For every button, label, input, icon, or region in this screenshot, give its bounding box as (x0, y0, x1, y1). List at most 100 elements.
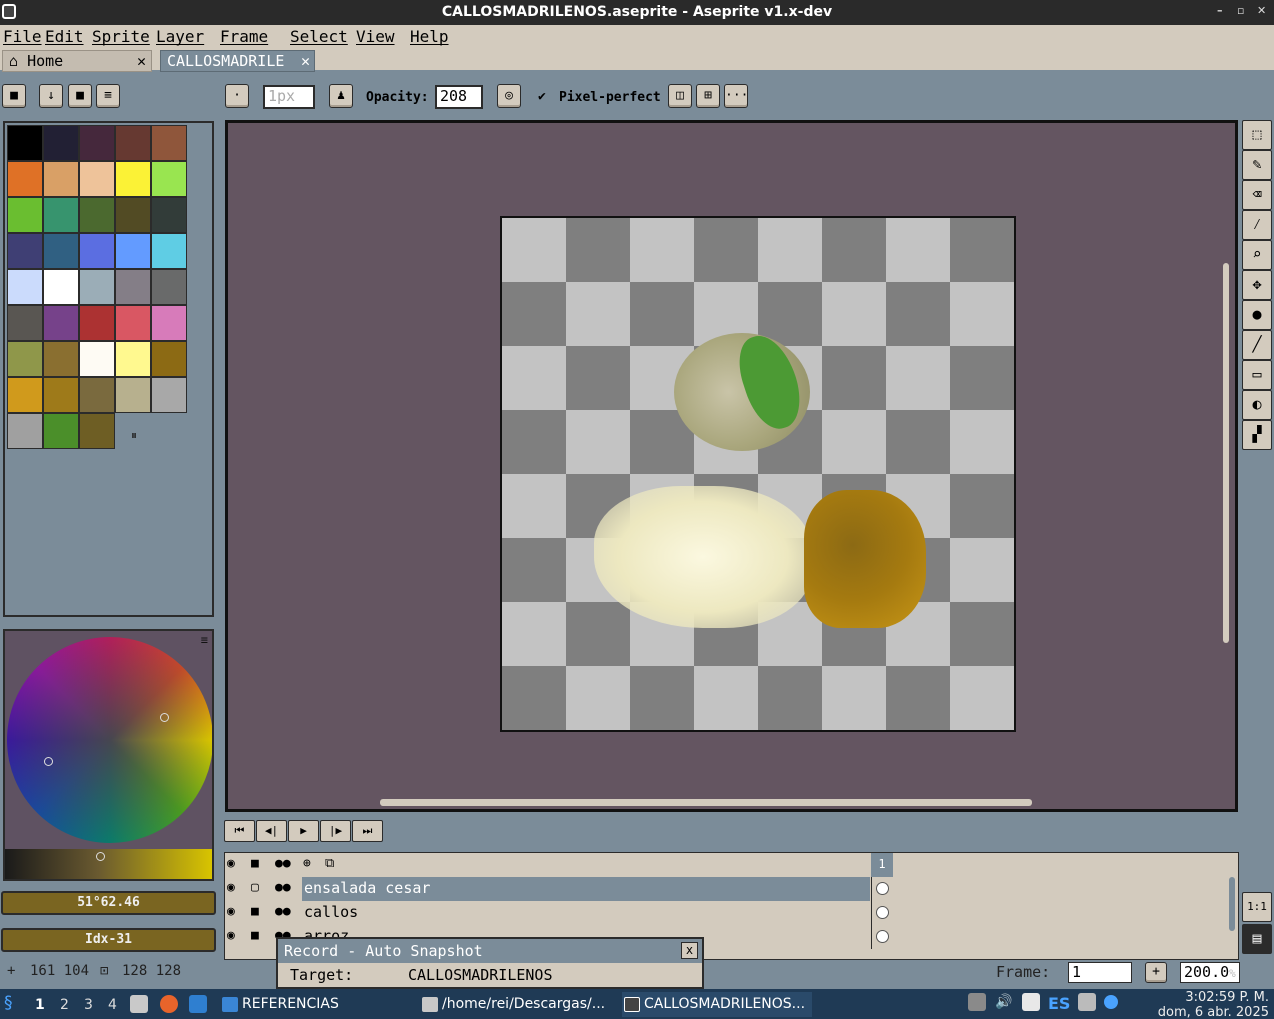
layer-name[interactable]: callos (302, 901, 870, 925)
tab-home-close-icon[interactable]: ✕ (137, 52, 146, 70)
menu-file[interactable]: File (3, 27, 42, 46)
rectangle-icon[interactable]: ▭ (1242, 360, 1272, 390)
palette-swatch[interactable] (115, 233, 151, 269)
palette-swatch[interactable] (79, 197, 115, 233)
palette-swatch[interactable] (7, 413, 43, 449)
volume-icon[interactable]: 🔊 (995, 994, 1012, 1010)
workspace-1[interactable]: 1 (35, 997, 45, 1013)
palette-swatch[interactable] (79, 269, 115, 305)
paint-bucket-icon[interactable]: ● (1242, 300, 1272, 330)
color-wheel-marker-secondary[interactable] (44, 757, 53, 766)
menu-frame[interactable]: Frame (220, 27, 268, 46)
contour-icon[interactable]: ◐ (1242, 390, 1272, 420)
more-options-icon[interactable]: ··· (724, 84, 748, 108)
color-wheel-menu-icon[interactable]: ≡ (201, 633, 208, 647)
record-popup-close-button[interactable]: x (681, 942, 698, 959)
palette-swatch[interactable] (115, 305, 151, 341)
rectangular-marquee-icon[interactable]: ⬚ (1242, 120, 1272, 150)
tab-sprite-close-icon[interactable]: ✕ (301, 52, 310, 70)
last-frame-button[interactable]: ⏭ (352, 820, 383, 842)
palette-swatch[interactable] (151, 377, 187, 413)
palette-swatch[interactable] (151, 269, 187, 305)
taskbar-app-aseprite[interactable]: CALLOSMADRILENOS... (622, 992, 812, 1017)
shade-bar-marker[interactable] (96, 852, 105, 861)
close-window-button[interactable]: ✕ (1257, 4, 1266, 17)
palette-swatch[interactable] (43, 233, 79, 269)
notification-icon[interactable] (1104, 995, 1118, 1009)
lock-header-icon[interactable]: ■ (251, 856, 259, 871)
blur-icon[interactable]: ▞ (1242, 420, 1272, 450)
lock-icon[interactable]: ■ (2, 84, 26, 108)
workspace-2[interactable]: 2 (60, 997, 69, 1013)
eye-icon[interactable]: ◉ (227, 928, 235, 943)
cel[interactable] (871, 901, 893, 925)
maximize-button[interactable]: ▫ (1237, 4, 1244, 17)
palette-swatch[interactable] (7, 161, 43, 197)
color-index-readout[interactable]: Idx-31 (1, 928, 216, 952)
palette-swatch[interactable] (79, 125, 115, 161)
unlocked-icon[interactable]: ▢ (251, 880, 259, 895)
shade-bar[interactable] (5, 849, 212, 879)
palette-swatch[interactable] (43, 377, 79, 413)
symmetry-icon[interactable]: ◫ (668, 84, 692, 108)
palette-swatch[interactable] (115, 377, 151, 413)
palette-swatch[interactable] (79, 305, 115, 341)
play-button[interactable]: ▶ (288, 820, 319, 842)
move-icon[interactable]: ✥ (1242, 270, 1272, 300)
palette-swatch[interactable] (43, 305, 79, 341)
usb-icon[interactable] (968, 993, 986, 1011)
eye-icon[interactable]: ◉ (227, 880, 235, 895)
layer-row[interactable]: ◉ ▢ ●● ensalada cesar (225, 877, 871, 901)
palette-swatch[interactable] (7, 125, 43, 161)
visibility-header-icon[interactable]: ◉ (227, 856, 235, 871)
menu-layer[interactable]: Layer (156, 27, 204, 46)
tab-sprite[interactable]: CALLOSMADRILE ✕ (160, 50, 315, 72)
zoom-icon[interactable]: ⌕ (1242, 240, 1272, 270)
start-menu-icon[interactable]: § (4, 993, 13, 1013)
frame-input[interactable]: 1 (1068, 962, 1132, 983)
palette-swatch[interactable] (151, 197, 187, 233)
canvas-editor[interactable] (225, 120, 1238, 812)
palette-swatch[interactable] (115, 161, 151, 197)
clock[interactable]: 3:02:59 P. M. dom, 6 abr. 2025 (1158, 990, 1269, 1019)
palette-swatch[interactable] (43, 269, 79, 305)
line-icon[interactable]: ╱ (1242, 330, 1272, 360)
palette-swatch[interactable] (79, 233, 115, 269)
color-wheel[interactable] (7, 637, 212, 843)
palette-swatch[interactable] (7, 233, 43, 269)
timeline-scrollbar[interactable] (1229, 877, 1235, 931)
continuous-icon[interactable]: ●● (275, 880, 291, 895)
palette-swatch[interactable] (151, 161, 187, 197)
continuous-icon[interactable]: ●● (275, 904, 291, 919)
file-manager-launcher-icon[interactable] (130, 995, 148, 1013)
eye-icon[interactable]: ◉ (227, 904, 235, 919)
palette-swatch[interactable] (115, 269, 151, 305)
add-frame-button[interactable]: + (1145, 962, 1167, 983)
menu-sprite[interactable]: Sprite (92, 27, 150, 46)
brush-type-icon[interactable]: · (225, 84, 249, 108)
palette-swatch[interactable] (43, 341, 79, 377)
shading-icon[interactable]: ◎ (497, 84, 521, 108)
layer-name[interactable]: ensalada cesar (302, 877, 870, 901)
ink-type-icon[interactable]: ♟ (329, 84, 353, 108)
workspace-3[interactable]: 3 (84, 997, 93, 1013)
palette-resize-handle-icon[interactable]: ⏸ (131, 428, 137, 443)
menu-view[interactable]: View (356, 27, 395, 46)
palette-swatch[interactable] (115, 125, 151, 161)
palette-swatch[interactable] (7, 341, 43, 377)
palette-swatch[interactable] (151, 233, 187, 269)
palette-swatch[interactable] (151, 125, 187, 161)
previous-frame-button[interactable]: ◀| (256, 820, 287, 842)
sprite-canvas[interactable] (500, 216, 1016, 732)
palette-swatch[interactable] (79, 161, 115, 197)
continuous-header-icon[interactable]: ●● (275, 856, 291, 871)
add-layer-icon[interactable]: ⊕ (303, 856, 311, 871)
firefox-launcher-icon[interactable] (160, 995, 178, 1013)
menu-edit[interactable]: Edit (45, 27, 84, 46)
palette-options-icon[interactable]: ≡ (96, 84, 120, 108)
canvas-horizontal-scrollbar[interactable] (380, 799, 1032, 806)
palette-swatch[interactable] (7, 269, 43, 305)
tiled-mode-icon[interactable]: ⊞ (696, 84, 720, 108)
display-icon[interactable] (1078, 993, 1096, 1011)
palette-swatch[interactable] (7, 305, 43, 341)
